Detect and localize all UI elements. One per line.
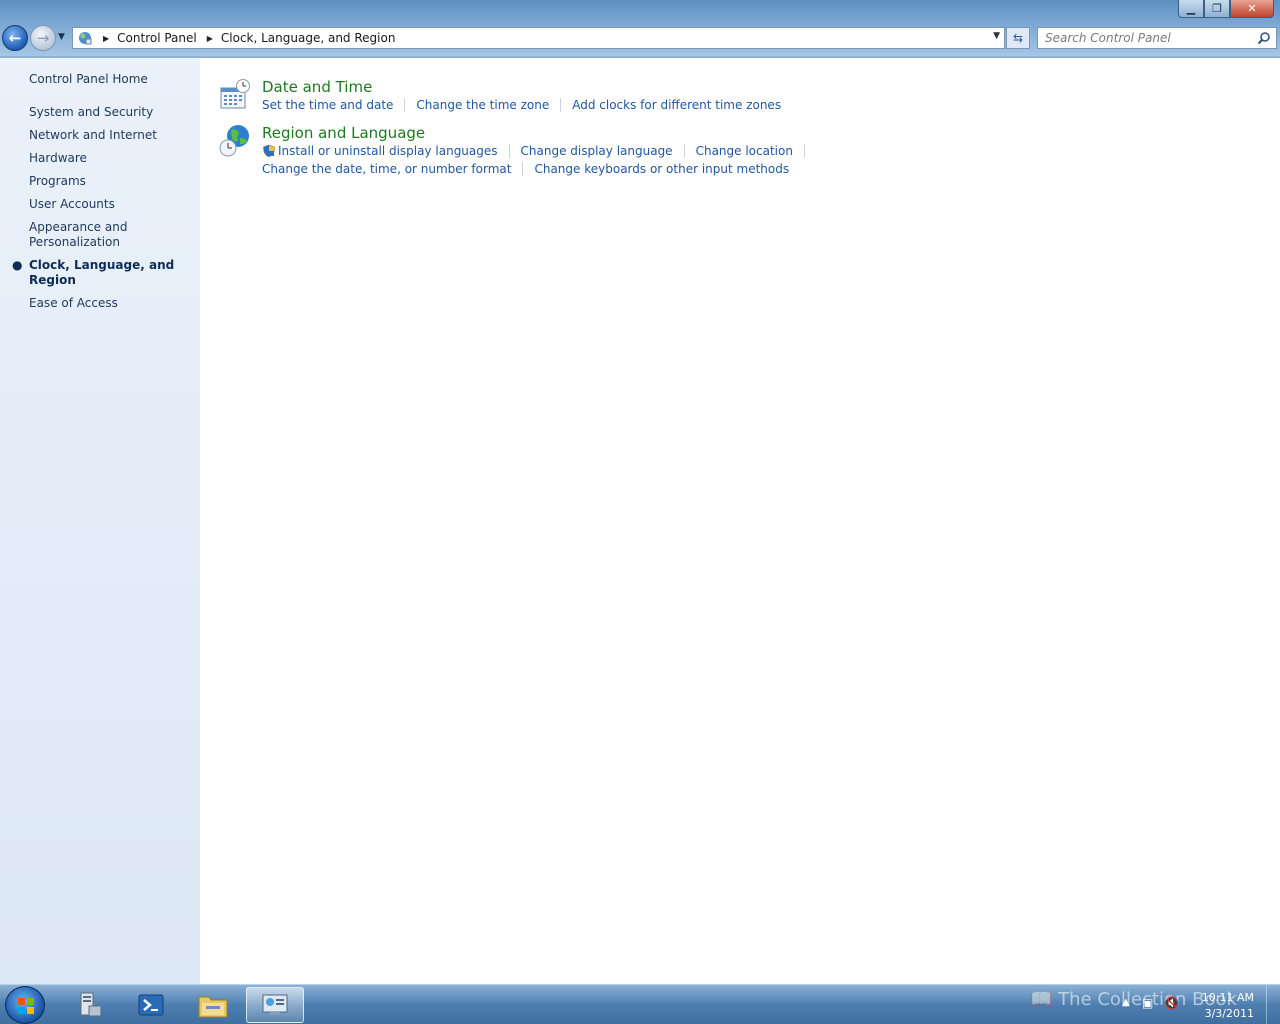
clock-date: 3/3/2011: [1204, 1007, 1254, 1020]
search-input[interactable]: [1045, 31, 1255, 45]
refresh-button[interactable]: ⇆: [1006, 27, 1030, 49]
breadcrumb-separator-icon[interactable]: ▶: [207, 34, 213, 43]
chevron-down-icon: ▼: [58, 32, 65, 42]
breadcrumb-control-panel[interactable]: Control Panel: [117, 31, 197, 45]
globe-clock-icon[interactable]: [218, 124, 252, 158]
sidebar-item-system-and-security[interactable]: System and Security: [29, 105, 194, 120]
taskbar-server-manager[interactable]: [60, 987, 118, 1023]
title-bar: ▁ ❐ ✕ ← → ▼ ▶ Control Panel ▶ Clock, Lan…: [0, 0, 1280, 58]
link-divider: [683, 144, 685, 158]
category-title-date-and-time[interactable]: Date and Time: [262, 78, 372, 96]
sidebar-item-label: Clock, Language, and Region: [29, 258, 175, 287]
volume-muted-icon[interactable]: 🔇: [1164, 996, 1179, 1010]
restore-button[interactable]: ❐: [1204, 0, 1230, 18]
sidebar-item-network-and-internet[interactable]: Network and Internet: [29, 128, 194, 143]
powershell-icon: [138, 994, 164, 1016]
link-divider: [560, 98, 562, 112]
link-divider: [803, 144, 805, 158]
taskbar-explorer[interactable]: [184, 987, 242, 1023]
current-bullet-icon: ●: [12, 258, 23, 272]
sidebar-item-ease-of-access[interactable]: Ease of Access: [29, 296, 194, 311]
sidebar-item-control-panel-home[interactable]: Control Panel Home: [29, 72, 148, 86]
sidebar-item-appearance[interactable]: Appearance and Personalization: [29, 220, 129, 250]
close-button[interactable]: ✕: [1230, 0, 1274, 18]
network-icon[interactable]: ▣: [1142, 996, 1153, 1010]
minimize-button[interactable]: ▁: [1178, 0, 1204, 18]
tray-expand-icon[interactable]: ▲: [1122, 997, 1130, 1008]
book-icon: 📖: [1030, 989, 1053, 1010]
arrow-right-icon: →: [36, 29, 50, 47]
link-divider: [404, 98, 406, 112]
link-change-keyboards[interactable]: Change keyboards or other input methods: [534, 162, 789, 176]
search-icon[interactable]: [1257, 31, 1271, 45]
start-button[interactable]: [5, 986, 45, 1024]
breadcrumb-separator-icon[interactable]: ▶: [103, 34, 109, 43]
uac-shield-icon: [263, 144, 275, 158]
link-install-display-languages[interactable]: Install or uninstall display languages: [278, 144, 498, 158]
link-change-location[interactable]: Change location: [696, 144, 793, 158]
control-panel-icon: [262, 994, 288, 1015]
taskbar-powershell[interactable]: [122, 987, 180, 1023]
sidebar-item-hardware[interactable]: Hardware: [29, 151, 194, 166]
address-bar[interactable]: ▶ Control Panel ▶ Clock, Language, and R…: [72, 27, 1005, 49]
link-add-clocks[interactable]: Add clocks for different time zones: [572, 98, 781, 112]
system-tray: ▲ ▣ 🔇 10:11 AM 3/3/2011: [1120, 985, 1280, 1024]
sidebar: Control Panel Home System and Security N…: [0, 58, 200, 984]
folder-icon: [198, 996, 228, 1018]
tray-clock[interactable]: 10:11 AM 3/3/2011: [1202, 990, 1254, 1022]
link-set-time-and-date[interactable]: Set the time and date: [262, 98, 393, 112]
taskbar: 📖 The Collection Book ▲ ▣ 🔇 10:11 AM 3/3…: [0, 984, 1280, 1024]
windows-logo-icon: [18, 998, 34, 1014]
link-divider: [522, 162, 524, 176]
date-time-links: Set the time and date Change the time zo…: [262, 98, 781, 112]
region-language-links-row2: Change the date, time, or number format …: [262, 162, 789, 176]
server-manager-icon: [80, 992, 102, 1017]
forward-button[interactable]: →: [30, 25, 56, 51]
sidebar-item-programs[interactable]: Programs: [29, 174, 194, 189]
clock-time: 10:11 AM: [1201, 991, 1254, 1004]
address-dropdown-icon[interactable]: ▼: [993, 31, 1000, 41]
back-button[interactable]: ←: [2, 25, 28, 51]
region-language-links-row1: Install or uninstall display languages C…: [262, 144, 816, 158]
sidebar-item-clock-language-region[interactable]: ● Clock, Language, and Region: [12, 258, 194, 288]
sidebar-list: System and Security Network and Internet…: [12, 105, 194, 319]
link-change-date-time-number-format[interactable]: Change the date, time, or number format: [262, 162, 511, 176]
arrow-left-icon: ←: [8, 29, 22, 47]
refresh-icon: ⇆: [1012, 31, 1024, 45]
taskbar-control-panel[interactable]: [246, 987, 304, 1023]
link-change-display-language[interactable]: Change display language: [521, 144, 673, 158]
control-panel-icon: [79, 32, 92, 45]
sidebar-item-user-accounts[interactable]: User Accounts: [29, 197, 194, 212]
window-controls: ▁ ❐ ✕: [1178, 0, 1274, 18]
link-change-time-zone[interactable]: Change the time zone: [416, 98, 549, 112]
link-divider: [508, 144, 510, 158]
calendar-clock-icon[interactable]: [218, 78, 252, 112]
show-desktop-button[interactable]: [1266, 985, 1280, 1024]
breadcrumb-current[interactable]: Clock, Language, and Region: [221, 31, 396, 45]
main-content: Date and Time Set the time and date Chan…: [200, 58, 1280, 984]
search-box[interactable]: [1037, 27, 1277, 49]
recent-pages-button[interactable]: ▼: [58, 32, 65, 42]
category-title-region-and-language[interactable]: Region and Language: [262, 124, 425, 142]
